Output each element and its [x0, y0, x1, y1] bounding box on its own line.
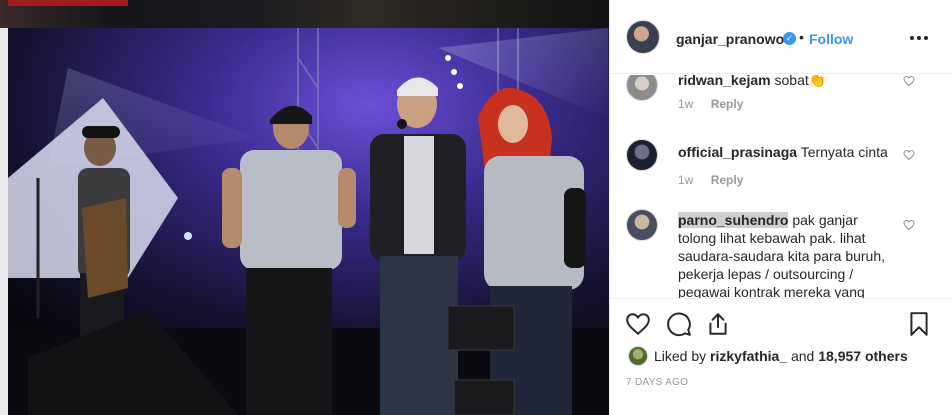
comment-time: 1w [678, 173, 694, 187]
post-side-panel: ganjar_pranowo ✓ • Follow ridwan_kejam s… [609, 0, 952, 415]
comment-bubble-icon[interactable] [666, 311, 692, 337]
follow-button[interactable]: Follow [809, 31, 853, 47]
author-username[interactable]: ganjar_pranowo [676, 31, 784, 47]
commenter-avatar[interactable] [626, 75, 658, 101]
like-heart-icon[interactable] [625, 311, 651, 337]
more-options-icon[interactable] [907, 26, 931, 50]
photo-edge [0, 28, 8, 415]
comment-body: Ternyata cinta [800, 144, 888, 160]
commenter-username[interactable]: official_prasinaga [678, 144, 797, 160]
liker-username[interactable]: rizkyfathia_ [710, 348, 787, 364]
verified-badge-icon: ✓ [783, 32, 796, 45]
liker-avatar[interactable] [628, 346, 648, 366]
comment-item: official_prasinaga Ternyata cinta 1w Rep… [626, 139, 936, 195]
author-avatar[interactable] [626, 20, 660, 54]
strip-badge [8, 0, 128, 6]
share-upload-icon[interactable] [705, 311, 731, 337]
save-bookmark-icon[interactable] [906, 311, 932, 337]
comment-item: ridwan_kejam sobat👏 1w Reply [626, 75, 936, 125]
comment-like-heart-icon[interactable] [903, 75, 915, 87]
comment-item: parno_suhendro pak ganjar tolong lihat k… [626, 209, 936, 298]
comment-like-heart-icon[interactable] [903, 149, 915, 161]
likes-summary: Liked by rizkyfathia_ and 18,957 others [654, 348, 908, 364]
reply-button[interactable]: Reply [711, 97, 744, 111]
post-date[interactable]: 7 DAYS AGO [626, 377, 688, 388]
reply-button[interactable]: Reply [711, 173, 744, 187]
commenter-username[interactable]: parno_suhendro [678, 212, 789, 228]
previous-post-strip [0, 0, 609, 28]
commenter-avatar[interactable] [626, 139, 658, 171]
comment-time: 1w [678, 97, 694, 111]
comment-text: parno_suhendro pak ganjar tolong lihat k… [678, 211, 898, 298]
post-header: ganjar_pranowo ✓ • Follow [610, 0, 952, 74]
post-actions: Liked by rizkyfathia_ and 18,957 others … [610, 298, 952, 415]
commenter-avatar[interactable] [626, 209, 658, 241]
likes-prefix: Liked by [654, 348, 707, 364]
comment-like-heart-icon[interactable] [903, 219, 915, 231]
comment-meta: 1w Reply [678, 97, 757, 111]
comment-text: official_prasinaga Ternyata cinta [678, 143, 898, 161]
likes-count[interactable]: 18,957 others [818, 348, 908, 364]
likes-conjunction: and [790, 348, 815, 364]
header-separator: • [799, 29, 804, 45]
comment-text: ridwan_kejam sobat👏 [678, 75, 898, 89]
concert-photo[interactable] [8, 28, 609, 415]
comment-body: sobat👏 [774, 75, 827, 88]
commenter-username[interactable]: ridwan_kejam [678, 75, 771, 88]
comments-list[interactable]: ridwan_kejam sobat👏 1w Reply official_pr… [610, 75, 952, 298]
amplifier [447, 305, 515, 351]
post-photo-area [0, 0, 609, 415]
comment-meta: 1w Reply [678, 173, 757, 187]
